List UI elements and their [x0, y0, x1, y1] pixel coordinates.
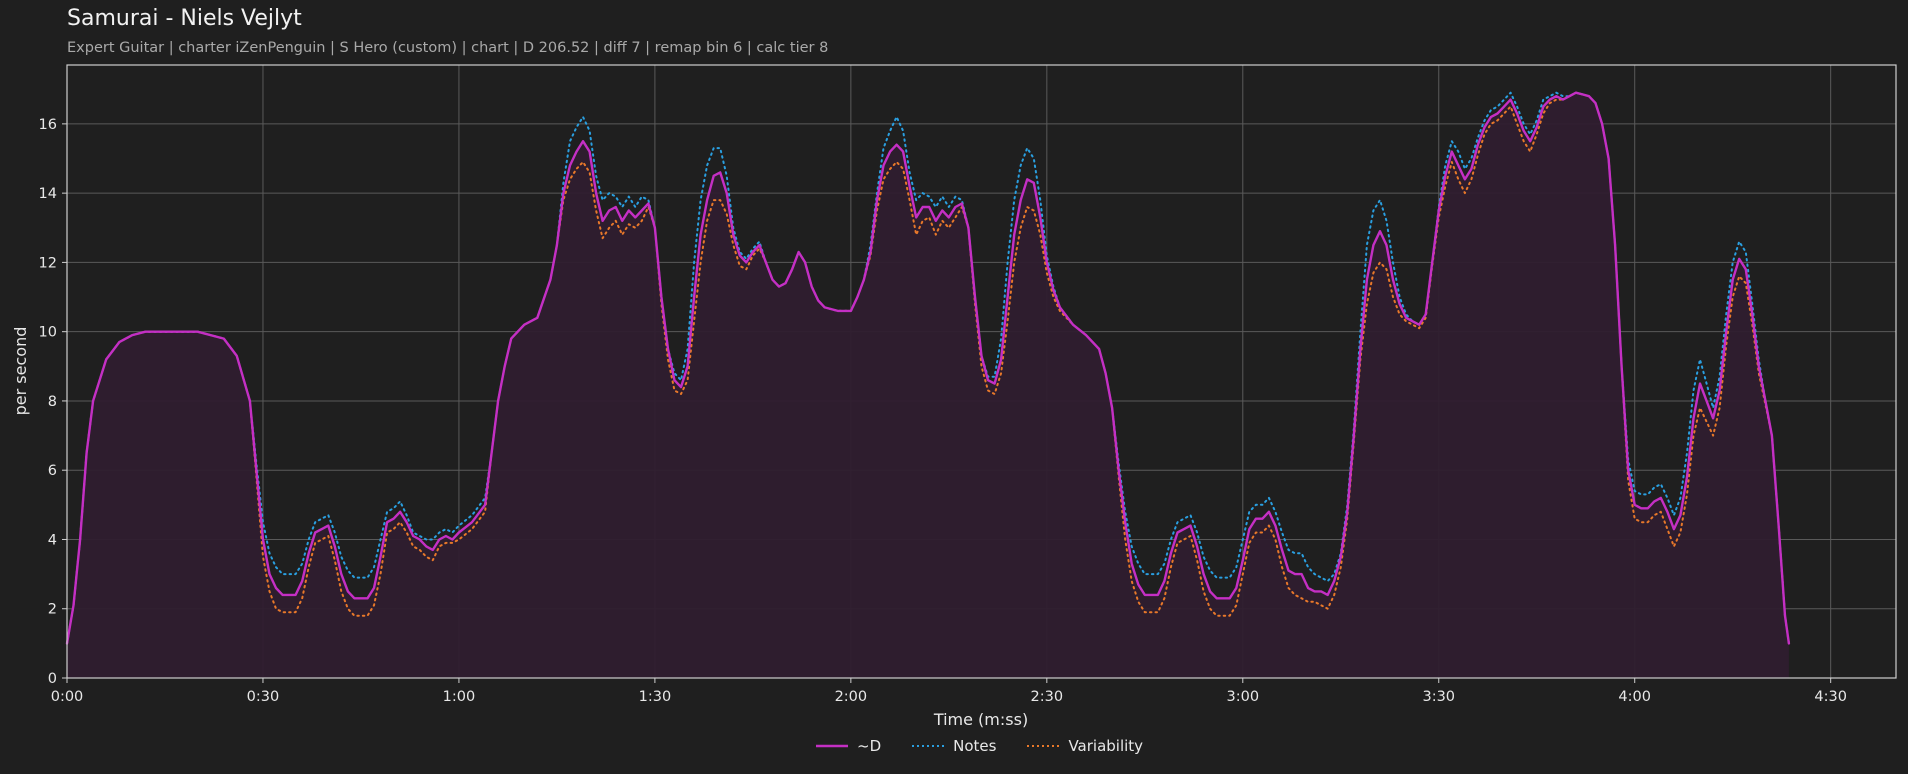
legend: ~D Notes Variability	[815, 737, 1143, 755]
chart-canvas: 0:00 0:30 1:00 1:30 2:00 2:30 3:00 3:30 4:00 4:30…	[11, 64, 1897, 729]
legend-label-variability: Variability	[1068, 737, 1144, 755]
x-tick-label: 3:00	[1227, 689, 1260, 705]
legend-label-d: ~D	[857, 737, 882, 755]
x-tick-label: 4:30	[1814, 689, 1847, 705]
x-tick-label: 0:30	[247, 689, 280, 705]
y-axis: 0 2 4 6 8 10 12 14 16	[39, 117, 67, 687]
y-tick-label: 4	[48, 532, 57, 548]
x-tick-label: 2:00	[835, 689, 868, 705]
legend-item-d: ~D	[815, 737, 881, 755]
y-tick-label: 2	[48, 602, 57, 618]
y-axis-label: per second	[11, 327, 30, 416]
y-tick-label: 10	[39, 325, 57, 341]
x-axis-label: Time (m:ss)	[933, 710, 1028, 729]
x-tick-label: 4:00	[1618, 689, 1651, 705]
x-tick-label: 1:30	[639, 689, 672, 705]
legend-swatch-notes	[912, 745, 945, 747]
y-tick-label: 0	[48, 671, 57, 687]
x-tick-label: 2:30	[1031, 689, 1064, 705]
y-tick-label: 12	[39, 255, 57, 271]
legend-swatch-d	[816, 744, 848, 748]
legend-swatch-variability	[1027, 745, 1060, 747]
x-axis: 0:00 0:30 1:00 1:30 2:00 2:30 3:00 3:30 4:00 4:30	[51, 678, 1847, 705]
legend-item-variability: Variability	[1026, 737, 1143, 755]
legend-label-notes: Notes	[953, 737, 997, 755]
x-tick-label: 1:00	[443, 689, 476, 705]
x-tick-label: 0:00	[51, 689, 84, 705]
x-tick-label: 3:30	[1422, 689, 1455, 705]
d-fill-area	[67, 92, 1789, 678]
legend-item-notes: Notes	[911, 737, 996, 755]
y-tick-label: 16	[39, 117, 57, 133]
y-tick-label: 8	[48, 394, 57, 410]
y-tick-label: 6	[48, 463, 57, 479]
y-tick-label: 14	[39, 186, 57, 202]
